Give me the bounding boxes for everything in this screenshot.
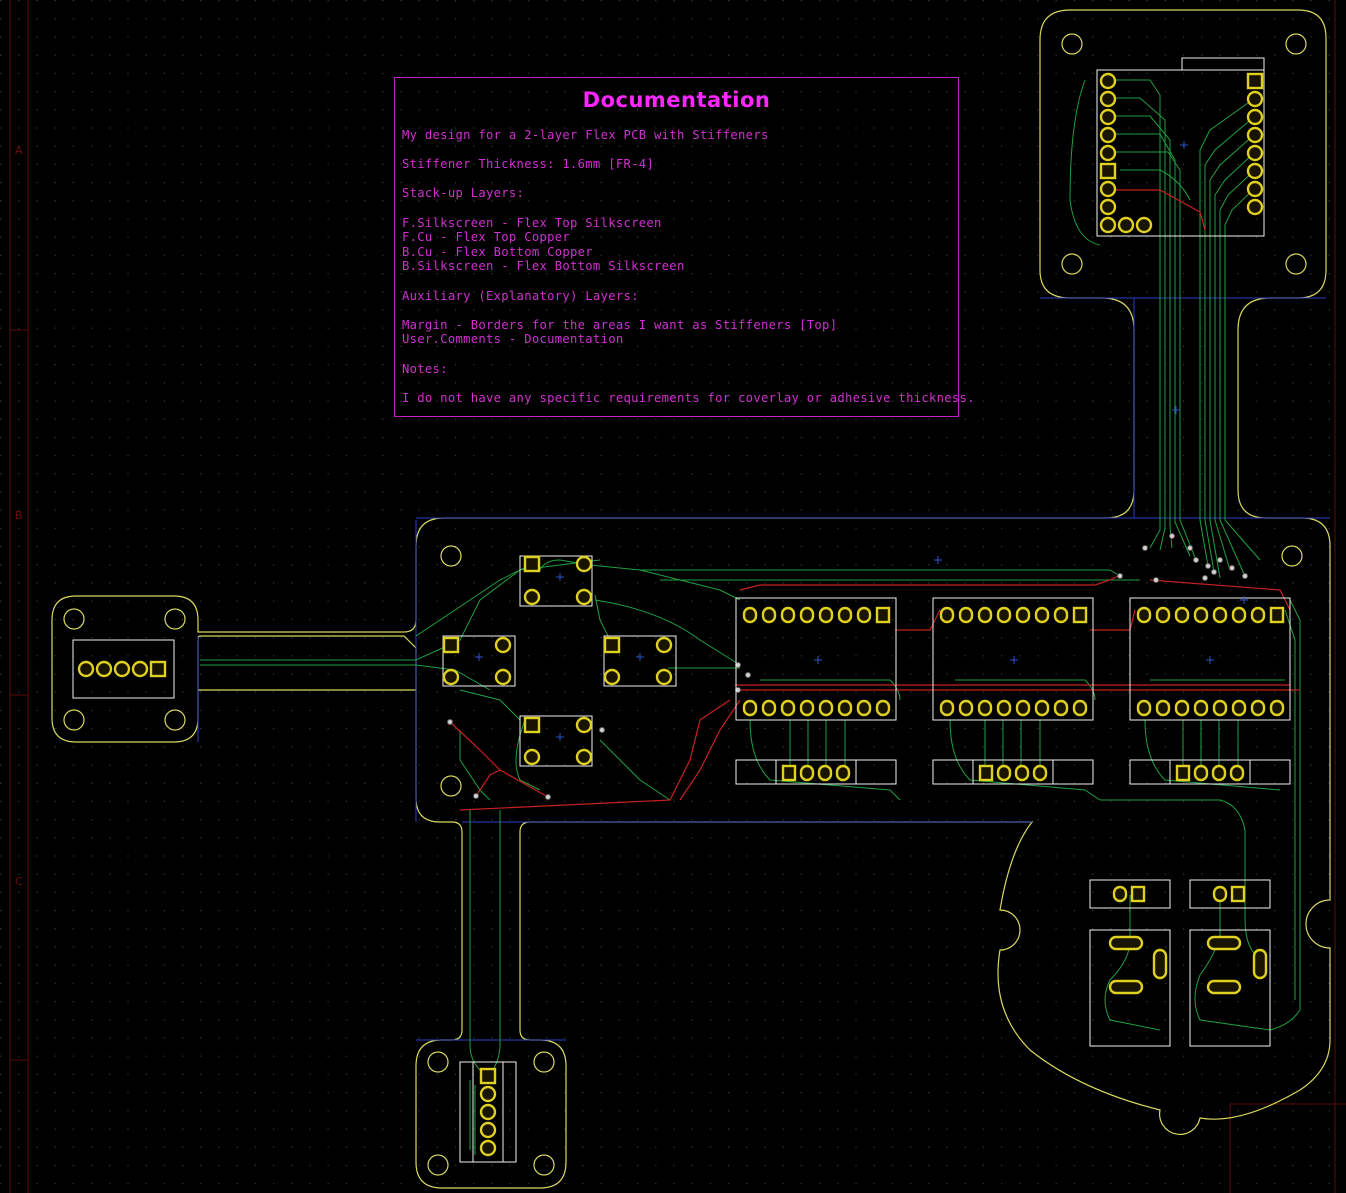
doc-line: F.Cu - Flex Top Copper	[402, 230, 571, 245]
doc-line: My design for a 2-layer Flex PCB with St…	[402, 128, 769, 142]
doc-line	[402, 172, 954, 187]
doc-line	[402, 274, 954, 289]
documentation-block[interactable]: Documentation My design for a 2-layer Fl…	[394, 77, 975, 417]
doc-line: I do not have any specific requirements …	[402, 390, 975, 405]
doc-line: B.Cu - Flex Bottom Copper	[402, 244, 593, 259]
doc-line	[402, 143, 954, 158]
sheet-frame-letter-b: B	[15, 509, 23, 522]
doc-line: Auxiliary (Explanatory) Layers:	[402, 288, 639, 303]
doc-line	[402, 347, 954, 362]
doc-line	[402, 376, 954, 391]
doc-line: Stiffener Thickness: 1.6mm [FR-4]	[402, 157, 655, 172]
doc-line: F.Silkscreen - Flex Top Silkscreen	[402, 215, 662, 230]
doc-line: User.Comments - Documentation	[402, 332, 624, 347]
documentation-text: My design for a 2-layer Flex PCB with St…	[402, 128, 975, 405]
doc-line	[402, 303, 954, 318]
sheet-frame-letter-c: C	[15, 875, 23, 888]
documentation-title: Documentation	[582, 88, 771, 112]
doc-line: Stack-up Layers:	[402, 186, 525, 201]
doc-line	[402, 201, 954, 216]
doc-line: B.Silkscreen - Flex Bottom Silkscreen	[402, 259, 685, 274]
sheet-frame-letter-a: A	[15, 144, 23, 157]
doc-line: Margin - Borders for the areas I want as…	[402, 317, 838, 332]
doc-line: Notes:	[402, 361, 448, 376]
